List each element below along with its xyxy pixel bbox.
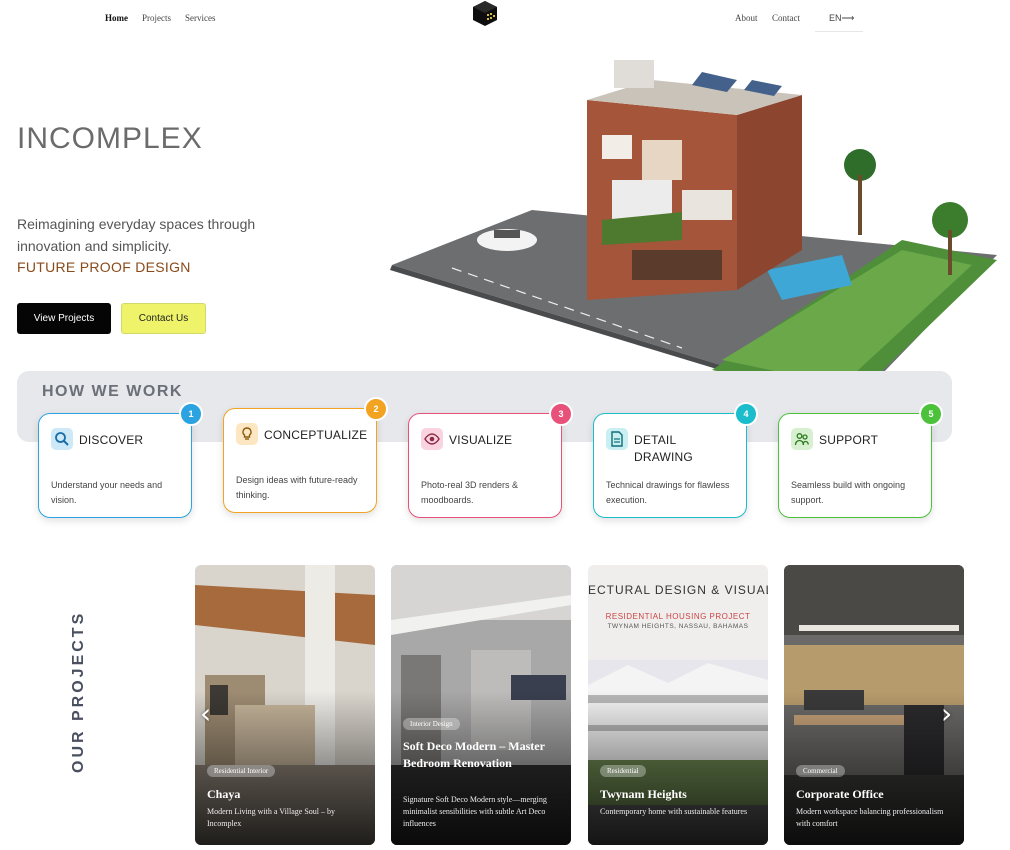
step-title: DETAIL DRAWING [634, 433, 693, 464]
top-nav: Home Projects Services About Contact EN⟶ [0, 0, 1010, 36]
carousel-prev-arrow[interactable]: ‹ [200, 697, 211, 730]
hero-house-illustration [390, 60, 997, 410]
step-card-discover[interactable]: DISCOVER Understand your needs and vision… [38, 402, 203, 518]
nav-services[interactable]: Services [185, 13, 216, 23]
step-desc: Seamless build with ongoing support. [791, 480, 906, 505]
step-desc: Design ideas with future-ready thinking. [236, 475, 358, 500]
project-title: Corporate Office [796, 787, 884, 801]
our-projects-title: OUR PROJECTS [70, 610, 87, 773]
step-number-badge: 2 [364, 397, 388, 421]
step-card-support[interactable]: SUPPORT Seamless build with ongoing suppo… [778, 402, 943, 518]
project-tag: Interior Design [403, 718, 460, 730]
project-title: Twynam Heights [600, 787, 687, 801]
step-number-badge: 1 [179, 402, 203, 426]
project-title: Soft Deco Modern – Master Bedroom Renova… [403, 739, 545, 770]
hero-subtagline: FUTURE PROOF DESIGN [17, 259, 191, 275]
project-image-caption-2: RESIDENTIAL HOUSING PROJECT [605, 612, 751, 621]
carousel-next-arrow[interactable]: › [941, 697, 952, 730]
project-tag: Residential Interior [207, 765, 276, 777]
nav-about[interactable]: About [735, 13, 758, 23]
project-card-chaya[interactable]: Residential Interior Chaya Modern Living… [195, 565, 375, 845]
step-desc: Understand your needs and vision. [51, 480, 163, 505]
project-image-caption-3: TWYNAM HEIGHTS, NASSAU, BAHAMAS [607, 623, 749, 630]
people-icon [791, 428, 813, 450]
language-selector[interactable]: EN⟶ [815, 6, 863, 32]
step-desc: Photo-real 3D renders & moodboards. [421, 480, 519, 505]
eye-icon [421, 428, 443, 450]
step-card-conceptualize[interactable]: CONCEPTUALIZE Design ideas with future-re… [223, 397, 388, 513]
step-number-badge: 4 [734, 402, 758, 426]
step-desc: Technical drawings for flawless executio… [606, 480, 730, 505]
step-title: SUPPORT [819, 433, 879, 447]
view-projects-button[interactable]: View Projects [17, 303, 111, 334]
hero-tagline: Reimagining everyday spaces through inno… [17, 216, 256, 254]
project-tag: Commercial [796, 765, 845, 777]
project-card-corporate[interactable]: Commercial Corporate Office Modern works… [784, 565, 964, 845]
project-image-caption-1: ECTURAL DESIGN & VISUAL [588, 583, 768, 597]
step-title: DISCOVER [79, 433, 144, 447]
project-tag: Residential [600, 765, 646, 777]
step-number-badge: 5 [919, 402, 943, 426]
document-icon [606, 428, 628, 450]
nav-contact[interactable]: Contact [772, 13, 800, 23]
how-we-work-title: HOW WE WORK [42, 383, 183, 400]
project-desc: Contemporary home with sustainable featu… [600, 807, 748, 816]
project-desc: Modern Living with a Village Soul – by I… [207, 807, 336, 828]
nav-home[interactable]: Home [105, 13, 128, 23]
cube-logo-icon[interactable] [472, 0, 498, 26]
contact-us-button[interactable]: Contact Us [121, 303, 206, 334]
project-card-twynam[interactable]: ECTURAL DESIGN & VISUAL RESIDENTIAL HOUS… [588, 565, 768, 845]
project-title: Chaya [207, 787, 241, 801]
nav-projects[interactable]: Projects [142, 13, 171, 23]
step-card-detail-drawing[interactable]: DETAIL DRAWING Technical drawings for fla… [593, 402, 758, 518]
search-icon [51, 428, 73, 450]
lightbulb-icon [236, 423, 258, 445]
step-title: CONCEPTUALIZE [264, 428, 368, 442]
project-desc: Modern workspace balancing professionali… [796, 807, 944, 828]
step-title: VISUALIZE [449, 433, 513, 447]
step-number-badge: 3 [549, 402, 573, 426]
project-card-soft-deco[interactable]: Interior Design Soft Deco Modern – Maste… [391, 565, 571, 845]
page: Home Projects Services About Contact EN⟶… [0, 0, 1010, 850]
brand-title: INCOMPLEX [17, 122, 203, 155]
step-card-visualize[interactable]: VISUALIZE Photo-real 3D renders & moodboa… [408, 402, 573, 518]
project-desc: Signature Soft Deco Modern style—merging… [403, 795, 547, 828]
